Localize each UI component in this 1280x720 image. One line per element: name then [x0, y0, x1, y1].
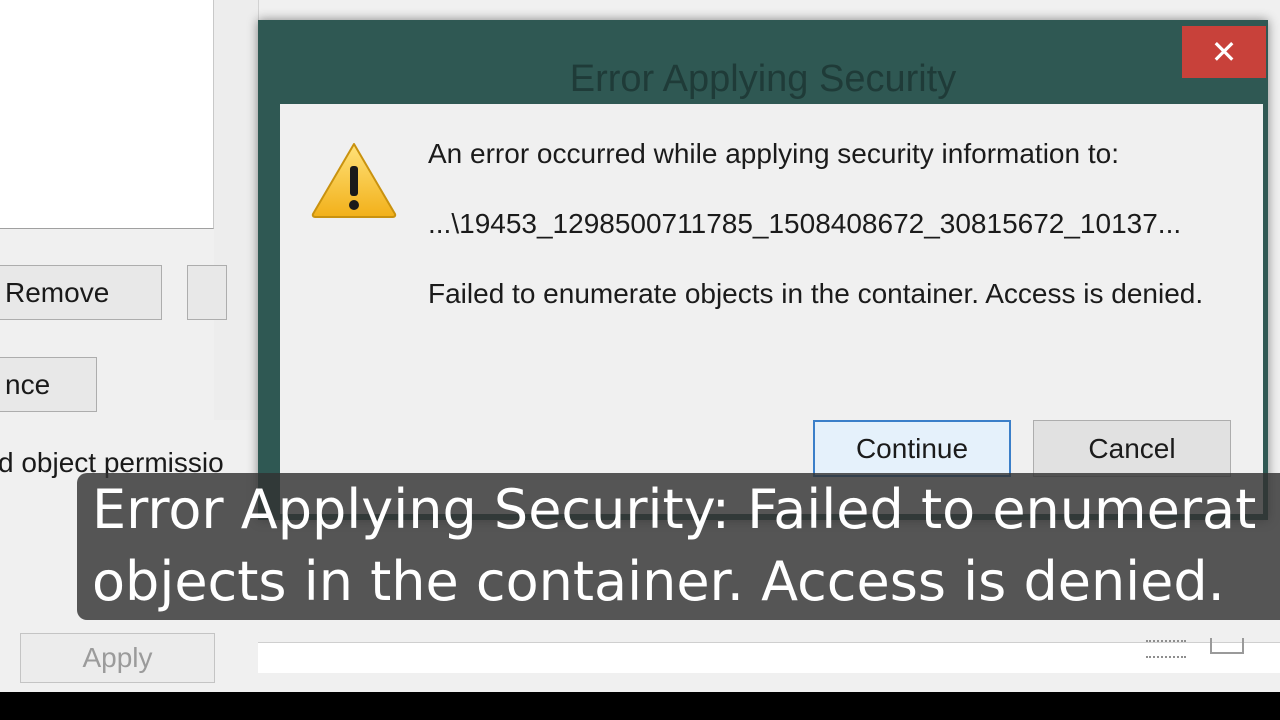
advanced-button[interactable]: nce: [0, 357, 97, 412]
caption-line-1: Error Applying Security: Failed to enume…: [92, 478, 1257, 541]
error-dialog: Error Applying Security ✕ An error occur…: [258, 20, 1268, 520]
permissions-list[interactable]: [0, 0, 214, 229]
dialog-content: An error occurred while applying securit…: [280, 104, 1263, 514]
error-message: An error occurred while applying securit…: [428, 138, 1119, 169]
continue-button-label: Continue: [855, 432, 969, 464]
cancel-button-label: Cancel: [1088, 432, 1176, 464]
file-path: ...\19453_1298500711785_1508408672_30815…: [428, 208, 1182, 239]
cancel-button[interactable]: Cancel: [1033, 420, 1231, 477]
background-button[interactable]: [187, 265, 227, 320]
remove-button-label: Remove: [5, 276, 110, 308]
caption-line-2: objects in the container. Access is deni…: [92, 550, 1225, 613]
list-view-icon[interactable]: [1146, 640, 1186, 658]
screen: Remove nce d object permissio Apply Erro…: [0, 0, 1280, 692]
close-icon: ✕: [1210, 34, 1238, 70]
dialog-title: Error Applying Security: [569, 58, 957, 100]
details-view-icon[interactable]: [1210, 638, 1244, 654]
background-panel: [214, 0, 259, 420]
advanced-button-label: nce: [5, 368, 51, 400]
background-field: [258, 642, 1280, 673]
continue-button[interactable]: Continue: [813, 420, 1011, 477]
remove-button[interactable]: Remove: [0, 265, 162, 320]
warning-icon: [311, 143, 397, 218]
error-detail: Failed to enumerate objects in the conta…: [428, 278, 1204, 309]
apply-button[interactable]: Apply: [20, 633, 215, 683]
close-button[interactable]: ✕: [1182, 26, 1266, 78]
apply-button-label: Apply: [82, 642, 153, 673]
